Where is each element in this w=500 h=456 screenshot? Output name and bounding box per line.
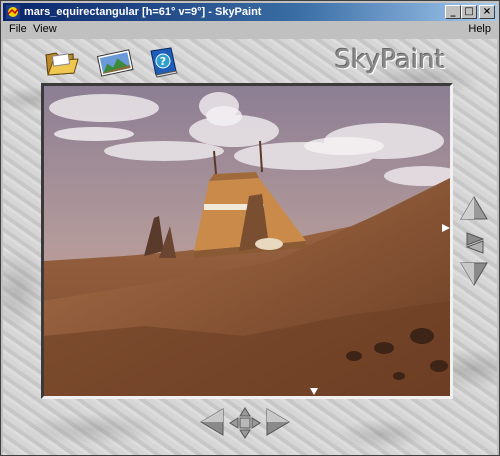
- menu-bar: File View Help: [3, 22, 497, 38]
- down-arrow-icon[interactable]: [459, 261, 489, 287]
- menu-file[interactable]: File: [9, 23, 27, 35]
- menu-view[interactable]: View: [33, 23, 57, 35]
- close-button[interactable]: ×: [479, 5, 495, 19]
- window-title: mars_equirectangular [h=61° v=9°] - SkyP…: [24, 6, 262, 18]
- mars-panorama-image[interactable]: [44, 86, 450, 396]
- help-book-icon[interactable]: ?: [145, 45, 181, 79]
- move-cross-icon[interactable]: [229, 407, 261, 439]
- menu-help[interactable]: Help: [468, 23, 491, 35]
- up-arrow-icon[interactable]: [459, 195, 489, 221]
- left-arrow-icon[interactable]: [199, 407, 225, 437]
- right-arrow-icon[interactable]: [265, 407, 291, 437]
- svg-text:?: ?: [160, 55, 166, 68]
- rotate-icon[interactable]: [463, 229, 487, 255]
- panorama-viewport[interactable]: [41, 83, 453, 399]
- folder-open-icon[interactable]: [43, 45, 79, 79]
- app-icon: [6, 5, 20, 19]
- title-bar[interactable]: mars_equirectangular [h=61° v=9°] - SkyP…: [3, 3, 497, 21]
- minimize-button[interactable]: _: [445, 5, 461, 19]
- marble-panel: ? SkyPaint: [3, 39, 497, 455]
- skypaint-logo: SkyPaint: [334, 45, 445, 75]
- landscape-image-icon[interactable]: [95, 45, 135, 79]
- maximize-button[interactable]: □: [461, 5, 477, 19]
- skypaint-window: mars_equirectangular [h=61° v=9°] - SkyP…: [0, 0, 500, 456]
